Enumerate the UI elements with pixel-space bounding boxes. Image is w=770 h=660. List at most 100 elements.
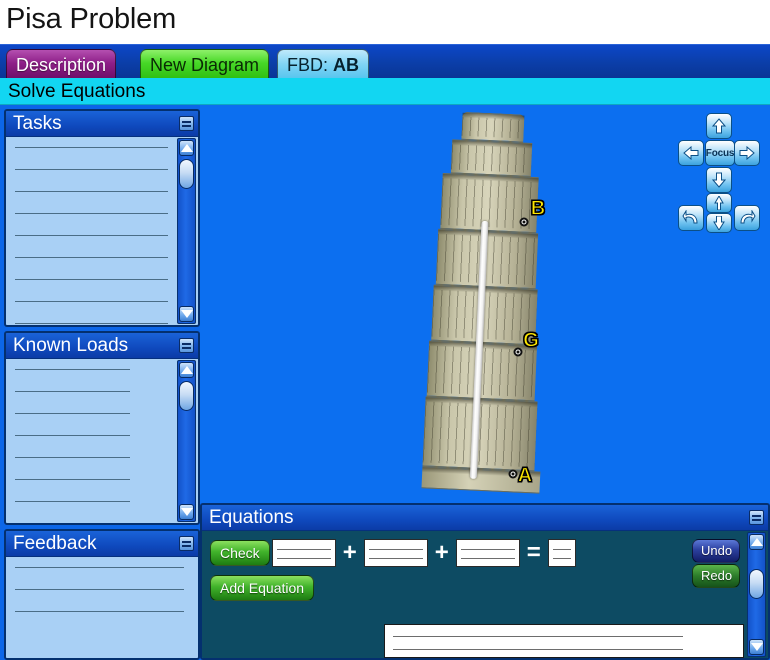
field-rule (552, 558, 571, 559)
leaning-tower-image (421, 111, 548, 494)
rule-line (15, 589, 184, 590)
panel-known-loads-rules (15, 369, 130, 524)
check-button[interactable]: Check (210, 540, 270, 566)
rule-line (15, 391, 130, 392)
field-rule (276, 549, 331, 550)
panel-feedback-body[interactable] (6, 557, 198, 658)
arrow-up-icon (712, 118, 726, 134)
scroll-thumb[interactable] (749, 569, 764, 599)
pan-down-button[interactable] (706, 167, 732, 193)
rotate-right-button[interactable] (734, 205, 760, 231)
tower-columns (461, 116, 525, 139)
panel-equations-scrollbar[interactable] (747, 532, 766, 657)
rule-line (15, 501, 130, 502)
tab-strip: Description New Diagram FBD: AB (0, 44, 770, 120)
panel-tasks-title-label: Tasks (13, 113, 62, 134)
panel-tasks-scrollbar[interactable] (177, 138, 196, 324)
rotate-right-icon (740, 210, 756, 224)
focus-center-button[interactable]: Focus (705, 140, 735, 166)
rotate-left-button[interactable] (678, 205, 704, 231)
rule-line (15, 169, 168, 170)
focus-center-label: Focus (705, 147, 735, 159)
panel-tasks: Tasks (4, 109, 200, 327)
panel-feedback: Feedback (4, 529, 200, 660)
pan-up-button[interactable] (706, 113, 732, 139)
arrow-left-icon (683, 146, 699, 160)
scroll-down-button[interactable] (179, 306, 194, 322)
field-rule (393, 636, 683, 637)
equation-term-2-input[interactable] (363, 539, 428, 567)
scroll-thumb[interactable] (179, 159, 194, 189)
diagram-canvas[interactable]: B G A Focus (200, 105, 770, 503)
panel-tasks-rules (15, 147, 168, 325)
node-g-point[interactable] (513, 347, 523, 357)
tab-new-diagram-label: New Diagram (150, 54, 260, 75)
equation-result-input[interactable] (547, 539, 576, 567)
undo-button[interactable]: Undo (692, 539, 740, 563)
rule-line (15, 523, 130, 524)
scroll-up-button[interactable] (179, 362, 194, 378)
triangle-down-icon (180, 310, 193, 318)
panel-feedback-title: Feedback (6, 531, 198, 557)
panel-known-loads-scrollbar[interactable] (177, 360, 196, 522)
focus-navigation-pad: Focus (678, 113, 762, 233)
rule-line (15, 213, 168, 214)
zoom-in-button[interactable] (706, 193, 732, 213)
triangle-up-icon (750, 538, 763, 546)
scroll-down-button[interactable] (749, 639, 764, 655)
rule-line (15, 279, 168, 280)
tab-new-diagram[interactable]: New Diagram (140, 49, 270, 79)
tower-top-cap (461, 111, 525, 143)
panel-feedback-title-label: Feedback (13, 533, 97, 554)
rule-line (15, 413, 130, 414)
operator-equals: = (526, 539, 541, 566)
panel-known-loads: Known Loads (4, 331, 200, 525)
panel-equations-title: Equations (202, 505, 768, 531)
zoom-out-button[interactable] (706, 213, 732, 233)
answer-input[interactable] (384, 624, 744, 658)
redo-button[interactable]: Redo (692, 564, 740, 588)
scroll-up-button[interactable] (179, 140, 194, 156)
tab-fbd-prefix: FBD: (287, 54, 329, 75)
tab-fbd-ab[interactable]: FBD: AB (277, 49, 370, 79)
field-rule (276, 558, 331, 559)
rule-line (15, 301, 168, 302)
panel-known-loads-title-label: Known Loads (13, 335, 129, 356)
scroll-up-button[interactable] (749, 534, 764, 550)
scroll-thumb[interactable] (179, 381, 194, 411)
tower-belfry (450, 139, 533, 177)
panel-feedback-rules (15, 567, 184, 633)
panel-tasks-title: Tasks (6, 111, 198, 137)
node-a-point[interactable] (508, 469, 518, 479)
rule-line (15, 479, 130, 480)
triangle-down-icon (180, 508, 193, 516)
panel-known-loads-collapse-button[interactable] (179, 338, 194, 353)
panel-feedback-collapse-button[interactable] (179, 536, 194, 551)
arrow-down-thick-icon (713, 216, 725, 230)
operator-plus-1: + (342, 539, 357, 566)
panel-equations-collapse-button[interactable] (749, 510, 764, 525)
panel-equations-body: Check + + = Add Equation Undo Redo (202, 531, 768, 658)
pan-left-button[interactable] (678, 140, 704, 166)
panel-known-loads-body[interactable] (6, 359, 198, 523)
add-equation-button[interactable]: Add Equation (210, 575, 315, 601)
rule-line (15, 457, 130, 458)
tab-fbd-member: AB (333, 54, 360, 75)
panel-equations: Equations Check + + = Add Equation Undo … (200, 503, 770, 660)
arrow-right-icon (739, 146, 755, 160)
rule-line (15, 235, 168, 236)
panel-equations-title-label: Equations (209, 507, 294, 528)
equation-term-3-input[interactable] (455, 539, 520, 567)
field-rule (368, 558, 423, 559)
rule-line (15, 323, 168, 324)
panel-tasks-body[interactable] (6, 137, 198, 325)
tab-description[interactable]: Description (6, 49, 117, 79)
node-b-point[interactable] (519, 217, 529, 227)
scroll-down-button[interactable] (179, 504, 194, 520)
panel-tasks-collapse-button[interactable] (179, 116, 194, 131)
pan-right-button[interactable] (734, 140, 760, 166)
node-g-label: G (523, 329, 540, 352)
panel-known-loads-title: Known Loads (6, 333, 198, 359)
equation-term-1-input[interactable] (271, 539, 336, 567)
application-window: Pisa Problem Description New Diagram FBD… (0, 0, 770, 660)
